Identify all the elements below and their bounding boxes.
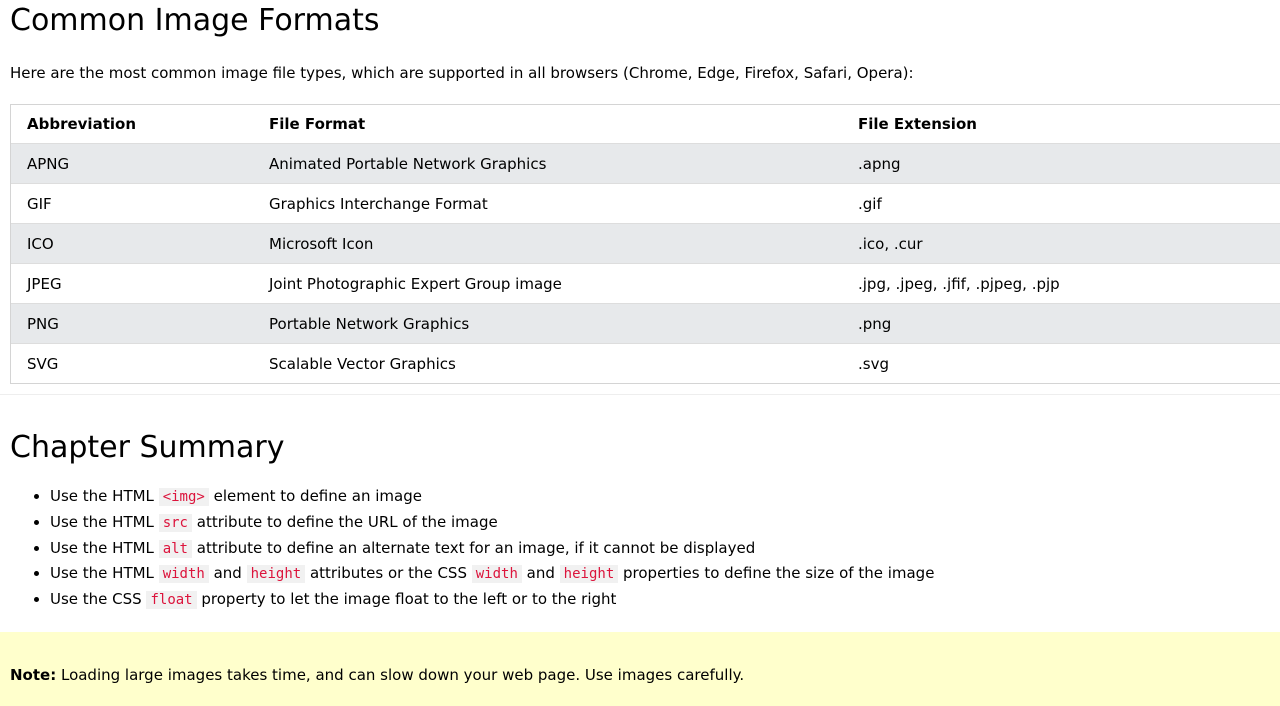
summary-text: property to let the image float to the l… — [196, 590, 617, 608]
cell-file-extension: .png — [842, 303, 1280, 344]
cell-abbreviation: JPEG — [11, 263, 253, 304]
cell-file-format: Animated Portable Network Graphics — [253, 143, 842, 184]
summary-text: Use the CSS — [50, 590, 147, 608]
formats-table: Abbreviation File Format File Extension … — [11, 105, 1280, 383]
inline-code: height — [246, 565, 306, 584]
cell-abbreviation: APNG — [11, 143, 253, 184]
summary-item: Use the HTML alt attribute to define an … — [50, 536, 934, 562]
section-divider — [0, 394, 1280, 395]
summary-heading: Chapter Summary — [10, 430, 285, 465]
table-row: PNG Portable Network Graphics .png — [11, 303, 1280, 344]
summary-item: Use the HTML src attribute to define the… — [50, 510, 934, 536]
table-row: GIF Graphics Interchange Format .gif — [11, 183, 1280, 224]
cell-abbreviation: SVG — [27, 354, 59, 373]
table-row: SVG Scalable Vector Graphics .svg — [11, 343, 1280, 383]
table-row: JPEG Joint Photographic Expert Group ima… — [11, 263, 1280, 304]
summary-text: Use the HTML — [50, 564, 159, 583]
inline-code: width — [158, 565, 209, 584]
inline-code: width — [471, 565, 522, 584]
note-box: Note: Loading large images takes time, a… — [0, 632, 1280, 706]
summary-text: attributes or the CSS — [305, 564, 472, 583]
summary-text: Use the HTML — [50, 512, 159, 531]
header-file-format: File Format — [253, 105, 842, 144]
summary-text: element to define an image — [208, 487, 422, 505]
formats-heading: Common Image Formats — [10, 3, 380, 38]
cell-file-extension: .jpg, .jpeg, .jfif, .pjpeg, .pjp — [842, 263, 1280, 304]
inline-code: alt — [158, 539, 192, 558]
summary-item: Use the CSS float property to let the im… — [50, 587, 934, 613]
summary-text: and — [208, 564, 247, 583]
inline-code: height — [559, 565, 619, 584]
table-row: ICO Microsoft Icon .ico, .cur — [11, 223, 1280, 264]
summary-item: Use the HTML <img> element to define an … — [50, 484, 934, 510]
summary-item: Use the HTML width and height attributes… — [50, 561, 934, 587]
cell-file-format: Joint Photographic Expert Group image — [253, 263, 842, 304]
cell-file-extension: .svg — [858, 354, 889, 373]
cell-abbreviation: ICO — [11, 223, 253, 264]
table-header-row: Abbreviation File Format File Extension — [11, 105, 1280, 144]
summary-text: properties to define the size of the ima… — [618, 564, 935, 583]
inline-code: float — [146, 591, 197, 609]
formats-table-wrapper: Abbreviation File Format File Extension … — [10, 104, 1280, 384]
note-body: Loading large images takes time, and can… — [56, 666, 745, 684]
inline-code: src — [158, 513, 192, 532]
inline-code: <img> — [158, 488, 209, 506]
summary-list: Use the HTML <img> element to define an … — [10, 484, 934, 613]
summary-text: attribute to define the URL of the image — [191, 512, 498, 531]
summary-text: attribute to define an alternate text fo… — [191, 538, 756, 557]
page: Common Image Formats Here are the most c… — [0, 0, 1280, 706]
table-row: APNG Animated Portable Network Graphics … — [11, 143, 1280, 184]
summary-text: and — [521, 564, 560, 583]
summary-text: Use the HTML — [50, 538, 159, 557]
note-text: Note: Loading large images takes time, a… — [10, 664, 744, 686]
header-file-extension: File Extension — [842, 105, 1280, 144]
cell-file-format: Scalable Vector Graphics — [269, 354, 456, 373]
cell-file-extension: .ico, .cur — [842, 223, 1280, 264]
cell-file-format: Portable Network Graphics — [253, 303, 842, 344]
header-abbreviation: Abbreviation — [11, 105, 253, 144]
cell-file-extension: .apng — [842, 143, 1280, 184]
cell-file-format: Microsoft Icon — [253, 223, 842, 264]
note-label: Note: — [10, 666, 57, 684]
cell-abbreviation: GIF — [11, 183, 253, 224]
summary-text: Use the HTML — [50, 487, 159, 505]
cell-file-format: Graphics Interchange Format — [253, 183, 842, 224]
formats-intro: Here are the most common image file type… — [10, 64, 914, 82]
cell-abbreviation: PNG — [11, 303, 253, 344]
cell-file-extension: .gif — [842, 183, 1280, 224]
